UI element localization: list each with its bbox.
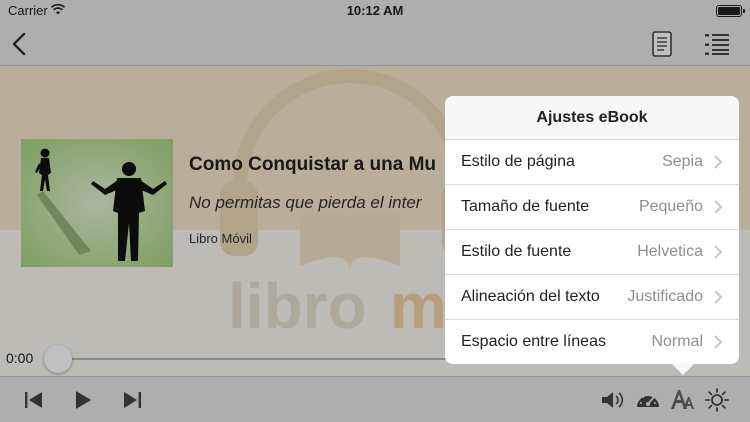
setting-label: Espacio entre líneas <box>461 333 606 350</box>
setting-row-font-size[interactable]: Tamaño de fuente Pequeño <box>445 185 739 230</box>
popover-arrow <box>671 363 695 375</box>
setting-value: Sepia <box>662 153 703 170</box>
chevron-right-icon <box>714 245 723 259</box>
setting-row-text-alignment[interactable]: Alineación del texto Justificado <box>445 275 739 320</box>
chevron-right-icon <box>714 290 723 304</box>
ebook-settings-popover: Ajustes eBook Estilo de página Sepia Tam… <box>445 96 739 364</box>
chevron-right-icon <box>714 155 723 169</box>
setting-row-page-style[interactable]: Estilo de página Sepia <box>445 140 739 185</box>
setting-label: Tamaño de fuente <box>461 198 590 215</box>
setting-label: Alineación del texto <box>461 288 600 305</box>
setting-value: Justificado <box>627 288 703 305</box>
setting-value: Normal <box>651 333 703 350</box>
setting-label: Estilo de fuente <box>461 243 572 260</box>
popover-title: Ajustes eBook <box>445 96 739 140</box>
setting-value: Helvetica <box>637 243 703 260</box>
setting-row-font-style[interactable]: Estilo de fuente Helvetica <box>445 230 739 275</box>
settings-list: Estilo de página Sepia Tamaño de fuente … <box>445 140 739 364</box>
setting-value: Pequeño <box>638 198 703 215</box>
setting-row-line-spacing[interactable]: Espacio entre líneas Normal <box>445 320 739 364</box>
chevron-right-icon <box>714 200 723 214</box>
chevron-right-icon <box>714 335 723 349</box>
setting-label: Estilo de página <box>461 153 575 170</box>
